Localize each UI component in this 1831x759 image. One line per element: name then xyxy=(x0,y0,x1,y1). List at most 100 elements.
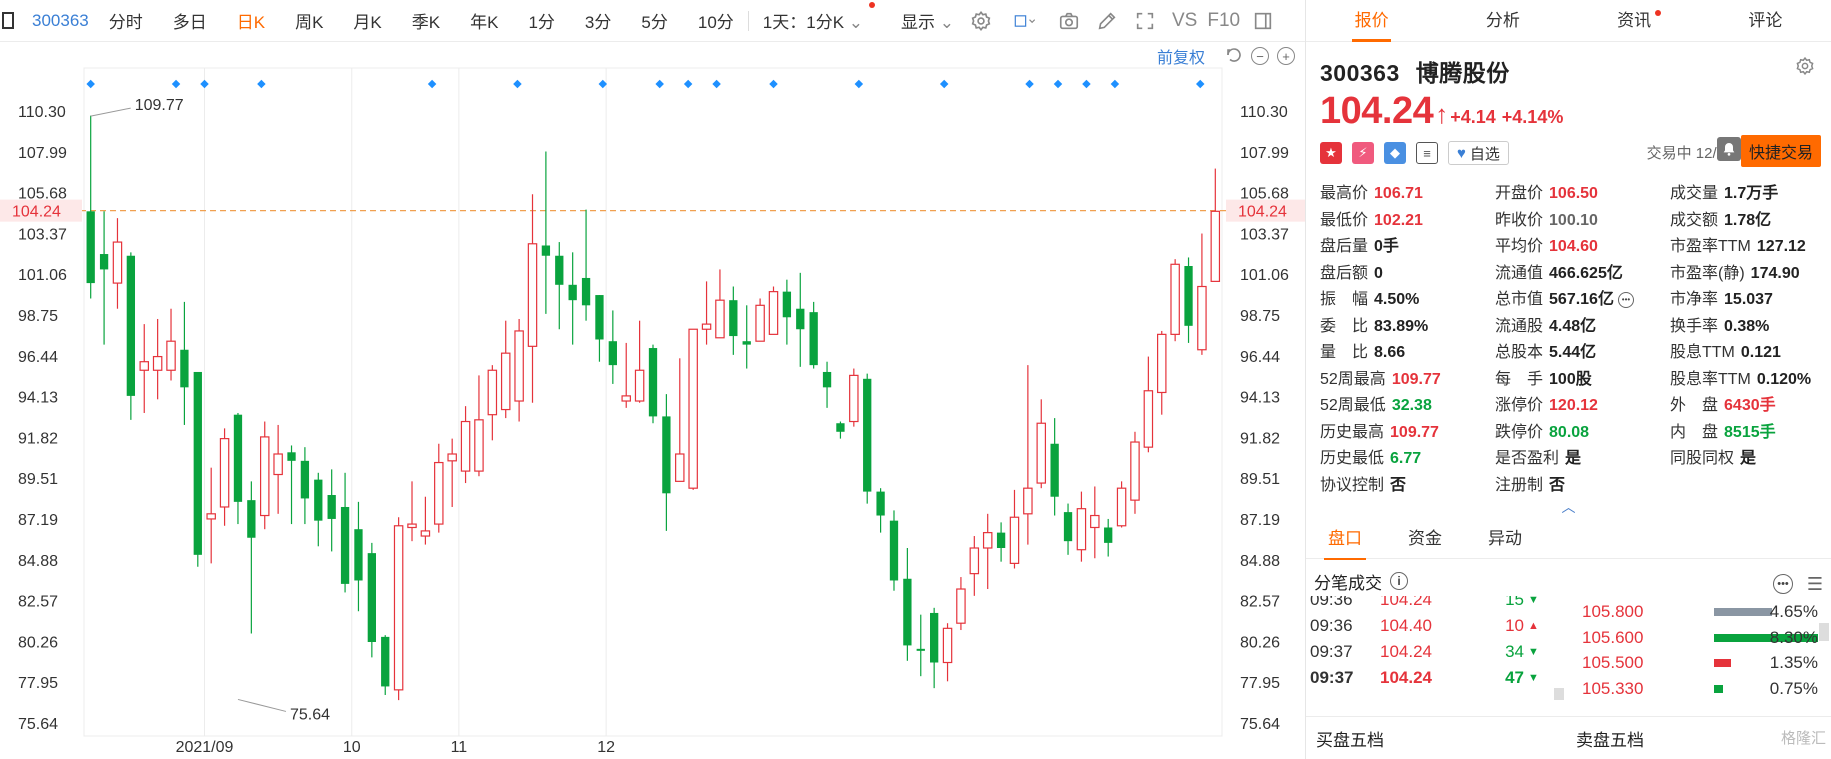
candle-body-up xyxy=(259,436,270,517)
tab-quote[interactable]: 报价 xyxy=(1306,0,1437,42)
gear-icon[interactable] xyxy=(1795,56,1815,79)
stat-22: 每 手 100股 xyxy=(1495,368,1670,392)
candle-body-up xyxy=(1090,514,1100,529)
menu-icon[interactable]: ☰ xyxy=(1807,574,1823,595)
tick-row: 09:37 104.24 34 ▼ xyxy=(1306,638,1566,666)
add-watchlist-button[interactable]: ♥ 自选 xyxy=(1448,141,1509,165)
candle-body-down xyxy=(180,349,189,388)
stat-label: 协议控制 xyxy=(1320,476,1385,494)
candle-body-up xyxy=(1210,210,1221,282)
stat-value: 否 xyxy=(1549,476,1566,494)
stat-label: 52周最高 xyxy=(1320,370,1386,388)
event-marker xyxy=(712,79,721,89)
x-tick-label: 11 xyxy=(451,739,468,756)
ticks-list: 09:36 104.24 15 ▼ 09:36 104.40 10 ▲ 09:37 104.24 3… xyxy=(1306,596,1831,718)
candle-body-down xyxy=(729,300,738,337)
candle-body-up xyxy=(206,513,216,520)
stat-value: 120.12 xyxy=(1549,397,1598,414)
stat-30: 历史最低 6.77 xyxy=(1320,447,1495,471)
y-tick-label-left: 107.99 xyxy=(18,145,67,162)
tick-row: 09:36 104.40 10 ▲ xyxy=(1306,612,1566,640)
stat-value: 567.16亿 xyxy=(1549,291,1614,308)
candle-body-up xyxy=(715,299,725,339)
stat-label: 是否盈利 xyxy=(1495,450,1560,467)
scrollbar[interactable] xyxy=(1554,688,1564,700)
stat-16: 流通股 4.48亿 xyxy=(1495,315,1670,339)
y-tick-label-left: 94.13 xyxy=(18,390,58,407)
tab-unusual-moves[interactable]: 异动 xyxy=(1488,519,1522,559)
candle-body-up xyxy=(487,369,498,416)
candle-body-down xyxy=(126,255,136,396)
candle-body-down xyxy=(193,371,202,555)
tab-capital-flow[interactable]: 资金 xyxy=(1408,519,1442,559)
price-row: 104.24 ↑ +4.14 +4.14% xyxy=(1320,90,1817,133)
distribution-percent: 8.30% xyxy=(1769,627,1818,647)
stat-1: 开盘价 106.50 xyxy=(1495,182,1670,206)
stat-value: 83.89% xyxy=(1374,317,1429,335)
stat-value: 0.120% xyxy=(1756,370,1812,388)
candle-body-up xyxy=(982,532,993,549)
y-tick-label-left: 77.95 xyxy=(18,675,58,692)
stat-label: 流通股 xyxy=(1495,317,1544,335)
y-tick-label-left: 101.06 xyxy=(18,267,67,284)
tick-time: 09:36 xyxy=(1310,616,1353,635)
y-tick-label-right: 77.95 xyxy=(1240,675,1280,692)
scrollbar[interactable] xyxy=(1819,623,1829,641)
y-tick-label-left: 103.37 xyxy=(18,226,67,243)
candle-body-down xyxy=(903,578,912,646)
candle-body-down xyxy=(247,500,256,538)
candle-body-up xyxy=(112,241,123,284)
tick-row: 09:37 104.24 47 ▼ xyxy=(1306,664,1566,692)
candle-body-up xyxy=(1143,390,1154,448)
stat-value: 0 xyxy=(1374,264,1383,282)
event-marker xyxy=(171,79,181,89)
candle-body-up xyxy=(420,530,431,537)
candle-body-up xyxy=(621,395,631,402)
y-tick-label-left: 96.44 xyxy=(18,349,58,366)
tick-volume: 34 xyxy=(1505,642,1524,661)
bell-icon[interactable] xyxy=(1717,137,1741,161)
price-change: +4.14 xyxy=(1450,107,1496,127)
buy-five-label[interactable]: 买盘五档 xyxy=(1316,726,1384,751)
stat-value: 0手 xyxy=(1374,238,1399,255)
watermark-logo: 格隆汇 xyxy=(1780,730,1826,747)
tab-order-book[interactable]: 盘口 xyxy=(1324,519,1366,560)
y-tick-label-right: 103.37 xyxy=(1240,226,1289,243)
stat-27: 历史最高 109.77 xyxy=(1320,421,1495,445)
tag-icon[interactable]: ◆ xyxy=(1384,142,1406,164)
stat-label: 注册制 xyxy=(1495,476,1544,494)
candle-body-down xyxy=(233,414,243,502)
candle-body-down xyxy=(1063,512,1073,542)
chevron-up-icon[interactable]: ︿ xyxy=(1306,497,1831,517)
tab-news[interactable]: 资讯 xyxy=(1569,0,1700,41)
tab-comments-label: 评论 xyxy=(1748,11,1783,30)
more-icon[interactable]: ••• xyxy=(1773,574,1793,594)
tick-price: 104.24 xyxy=(1380,668,1432,687)
runner-icon[interactable]: ⚡ xyxy=(1352,142,1374,164)
sell-five-label[interactable]: 卖盘五档 xyxy=(1576,726,1644,751)
candlestick-chart[interactable]: 110.30 110.30107.99 107.99105.68 105.68103.… xyxy=(0,0,1305,759)
tab-analysis[interactable]: 分析 xyxy=(1437,0,1568,41)
candle-body-down xyxy=(340,506,350,584)
stat-8: 市盈率TTM 127.12 xyxy=(1670,235,1831,259)
candle-body-down xyxy=(796,308,805,330)
china-flag-icon: ★ xyxy=(1320,142,1342,164)
candle-body-up xyxy=(1023,487,1033,515)
tab-comments[interactable]: 评论 xyxy=(1700,0,1831,41)
stat-15: 委 比 83.89% xyxy=(1320,315,1495,339)
heart-icon: ♥ xyxy=(1457,144,1466,162)
add-watchlist-label: 自选 xyxy=(1469,145,1500,163)
notification-dot xyxy=(1655,10,1662,16)
stat-29: 内 盘 8515手 xyxy=(1670,421,1831,445)
info-icon[interactable]: i xyxy=(1390,572,1408,590)
stat-33: 协议控制否 xyxy=(1320,474,1495,498)
stat-label: 股息TTM xyxy=(1670,344,1735,361)
candle-body-up xyxy=(1170,263,1180,335)
stat-label: 历史最高 xyxy=(1320,423,1385,441)
event-marker xyxy=(939,79,949,89)
candle-body-up xyxy=(393,525,404,691)
quick-trade-button[interactable]: 快捷交易 xyxy=(1740,135,1821,167)
stat-value: 6.77 xyxy=(1390,450,1422,467)
more-icon[interactable]: ••• xyxy=(1617,291,1634,308)
document-icon[interactable]: ≡ xyxy=(1416,142,1438,164)
